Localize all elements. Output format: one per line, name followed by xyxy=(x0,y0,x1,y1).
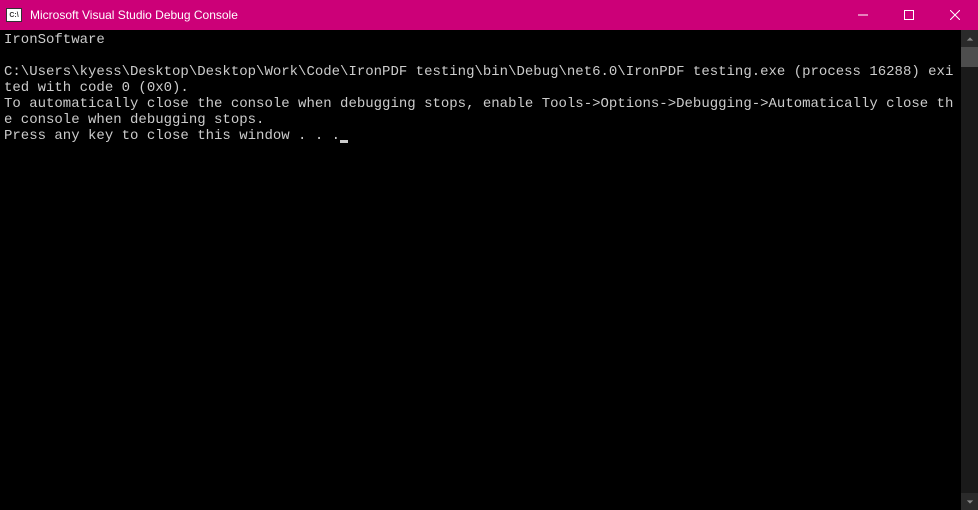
minimize-icon xyxy=(858,10,868,20)
maximize-button[interactable] xyxy=(886,0,932,30)
output-line: Press any key to close this window . . . xyxy=(4,128,340,144)
titlebar-left: C:\ Microsoft Visual Studio Debug Consol… xyxy=(0,8,238,22)
scroll-up-button[interactable] xyxy=(961,30,978,47)
window-controls xyxy=(840,0,978,30)
console-area: IronSoftware C:\Users\kyess\Desktop\Desk… xyxy=(0,30,978,510)
close-button[interactable] xyxy=(932,0,978,30)
scroll-thumb[interactable] xyxy=(961,47,978,67)
chevron-up-icon xyxy=(966,35,974,43)
console-app-icon: C:\ xyxy=(6,8,22,22)
output-line: C:\Users\kyess\Desktop\Desktop\Work\Code… xyxy=(4,64,953,96)
maximize-icon xyxy=(904,10,914,20)
output-line: To automatically close the console when … xyxy=(4,96,953,128)
scroll-down-button[interactable] xyxy=(961,493,978,510)
close-icon xyxy=(950,10,960,20)
text-cursor xyxy=(340,140,348,143)
window-title: Microsoft Visual Studio Debug Console xyxy=(30,8,238,22)
vertical-scrollbar[interactable] xyxy=(961,30,978,510)
output-line: IronSoftware xyxy=(4,32,105,48)
console-output[interactable]: IronSoftware C:\Users\kyess\Desktop\Desk… xyxy=(0,30,961,510)
blank-line xyxy=(4,48,957,64)
chevron-down-icon xyxy=(966,498,974,506)
minimize-button[interactable] xyxy=(840,0,886,30)
window-titlebar: C:\ Microsoft Visual Studio Debug Consol… xyxy=(0,0,978,30)
